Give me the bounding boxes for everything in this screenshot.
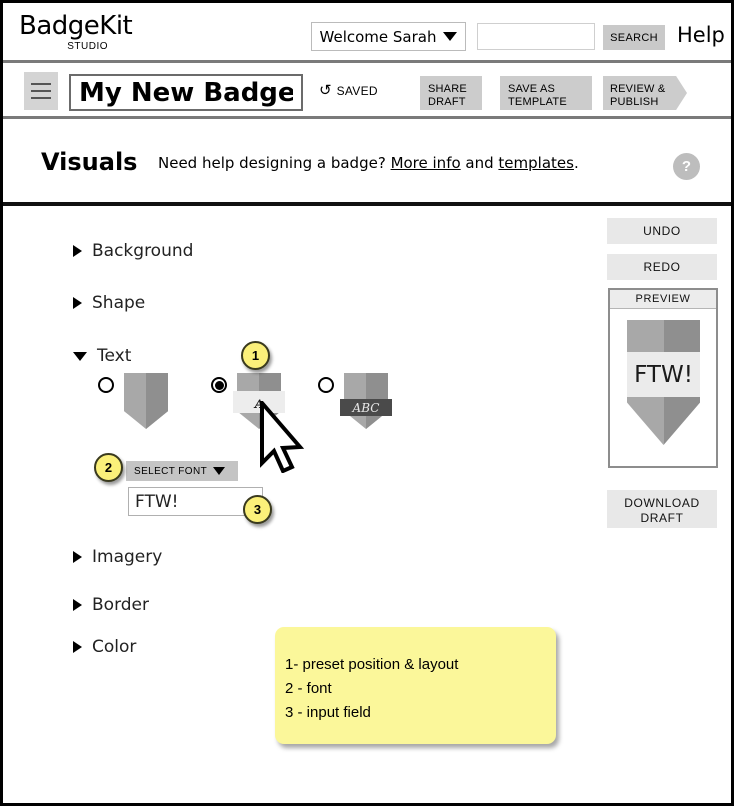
badge-title-input[interactable] <box>69 74 303 111</box>
accordion-item-text[interactable]: Text <box>73 346 131 366</box>
sticky-note-line: 1- preset position & layout <box>285 656 459 673</box>
help-link[interactable]: Help <box>677 23 725 47</box>
refresh-icon: ↻ <box>319 82 332 99</box>
chevron-down-icon <box>213 467 226 475</box>
preview-badge: FTW! <box>627 320 700 445</box>
search-button[interactable]: SEARCH <box>603 25 665 50</box>
templates-link[interactable]: templates <box>498 154 574 172</box>
chevron-right-icon <box>73 551 82 563</box>
top-header: BadgeKit STUDIO Welcome Sarah SEARCH Hel… <box>3 3 731 63</box>
chevron-right-icon <box>73 599 82 611</box>
preset-option-center[interactable]: ᴀ <box>211 373 285 429</box>
brand-subtitle: STUDIO <box>67 41 109 52</box>
accordion-item-background[interactable]: Background <box>73 241 193 261</box>
redo-button[interactable]: REDO <box>607 254 717 280</box>
radio-lower[interactable] <box>318 377 334 393</box>
welcome-user-dropdown[interactable]: Welcome Sarah <box>311 22 466 51</box>
accordion-label: Shape <box>92 293 146 313</box>
more-info-link[interactable]: More info <box>391 154 461 172</box>
accordion-label: Text <box>97 346 132 366</box>
accordion-item-color[interactable]: Color <box>73 637 136 657</box>
preview-label: PREVIEW <box>610 290 716 309</box>
chevron-down-icon <box>73 351 87 361</box>
chevron-right-icon <box>73 641 82 653</box>
save-as-template-button[interactable]: SAVE AS TEMPLATE <box>500 76 592 110</box>
section-help-text: Need help designing a badge? More info a… <box>158 154 579 172</box>
select-font-label: SELECT FONT <box>134 465 208 477</box>
saved-label: SAVED <box>336 83 378 98</box>
preset-thumbnail-plain[interactable] <box>124 373 168 429</box>
sticky-note-line: 2 - font <box>285 680 332 697</box>
preset-band-text: ABC <box>340 399 392 416</box>
help-middle: and <box>460 154 499 172</box>
radio-center[interactable] <box>211 377 227 393</box>
accordion-label: Imagery <box>92 547 163 567</box>
page-title: Visuals <box>41 148 138 176</box>
chevron-right-icon <box>73 297 82 309</box>
chevron-right-icon <box>73 245 82 257</box>
sticky-note-line: 3 - input field <box>285 704 371 721</box>
accordion-item-shape[interactable]: Shape <box>73 293 145 313</box>
chevron-down-icon <box>443 32 458 41</box>
share-draft-button[interactable]: SHARE DRAFT <box>420 76 482 110</box>
callout-badge-1: 1 <box>241 341 270 370</box>
accordion-item-border[interactable]: Border <box>73 595 149 615</box>
app-window: BadgeKit STUDIO Welcome Sarah SEARCH Hel… <box>0 0 734 806</box>
search-input[interactable] <box>477 23 595 50</box>
callout-badge-3: 3 <box>243 495 272 524</box>
accordion-item-imagery[interactable]: Imagery <box>73 547 162 567</box>
preset-option-lower[interactable]: ABC <box>318 373 392 429</box>
sticky-note-annotation: 1- preset position & layout 2 - font 3 -… <box>275 627 556 744</box>
accordion-label: Color <box>92 637 137 657</box>
preset-thumbnail-lower[interactable]: ABC <box>340 373 392 429</box>
badge-shape-icon <box>124 373 168 429</box>
download-draft-button[interactable]: DOWNLOAD DRAFT <box>607 490 717 528</box>
callout-badge-2: 2 <box>94 453 123 482</box>
accordion-label: Border <box>92 595 149 615</box>
select-font-dropdown[interactable]: SELECT FONT <box>126 461 238 481</box>
hamburger-menu-icon[interactable] <box>24 72 58 110</box>
saved-status: ↻ SAVED <box>319 82 378 99</box>
preset-thumbnail-center[interactable]: ᴀ <box>233 373 285 429</box>
help-prefix: Need help designing a badge? <box>158 154 391 172</box>
section-header-bar: Visuals Need help designing a badge? Mor… <box>3 119 731 206</box>
preset-band-text: ᴀ <box>233 391 285 413</box>
preview-panel: PREVIEW FTW! <box>608 288 718 468</box>
preset-option-plain[interactable] <box>98 373 168 429</box>
help-suffix: . <box>573 154 579 172</box>
brand-logo[interactable]: BadgeKit STUDIO <box>19 11 133 52</box>
radio-plain[interactable] <box>98 377 114 393</box>
preview-badge-text: FTW! <box>627 352 700 397</box>
undo-button[interactable]: UNDO <box>607 218 717 244</box>
welcome-user-label: Welcome Sarah <box>319 27 437 46</box>
help-circle-icon[interactable]: ? <box>673 153 700 180</box>
accordion-label: Background <box>92 241 194 261</box>
brand-name: BadgeKit <box>19 11 133 41</box>
review-publish-button[interactable]: REVIEW & PUBLISH <box>603 76 687 110</box>
